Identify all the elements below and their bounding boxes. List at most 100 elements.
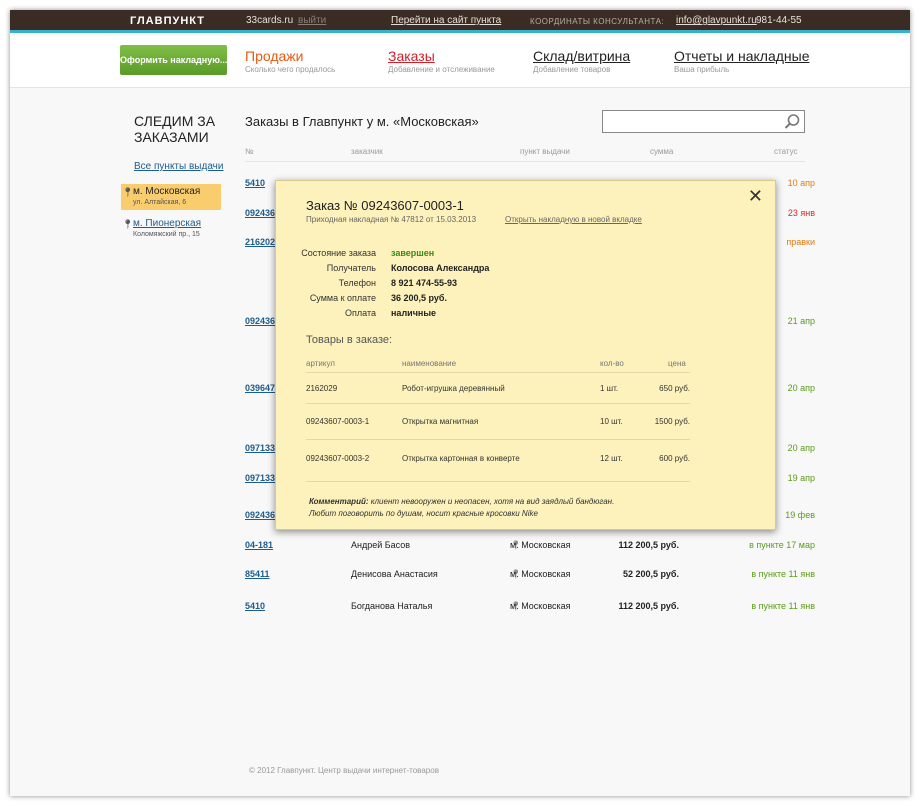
field-order-state: Состояние заказа завершен bbox=[276, 248, 756, 262]
order-number-link[interactable]: 097133 bbox=[245, 443, 275, 453]
col-header-sum: сумма bbox=[650, 147, 674, 156]
field-label: Оплата bbox=[345, 308, 376, 318]
point-name[interactable]: м. Пионерская bbox=[133, 218, 221, 229]
search-icon[interactable] bbox=[783, 113, 801, 131]
nav-stock[interactable]: Склад/витрина Добавление товаров bbox=[533, 48, 630, 74]
order-status: в пункте 11 янв bbox=[751, 601, 815, 611]
new-invoice-button[interactable]: Оформить накладную... bbox=[120, 45, 227, 75]
comment-text: клиент невооружен и неопасен, хотя на ви… bbox=[370, 497, 615, 506]
order-sum: 112 200,5 руб. bbox=[618, 601, 680, 611]
page-title: Заказы в Главпункт у м. «Московская» bbox=[245, 114, 479, 129]
goods-divider bbox=[306, 372, 690, 373]
nav-stock-title[interactable]: Склад/витрина bbox=[533, 48, 630, 64]
order-status: правки bbox=[786, 237, 815, 247]
search-input[interactable] bbox=[602, 110, 805, 133]
page-frame: ГЛАВПУНКТ 33cards.ru выйти Перейти на са… bbox=[10, 10, 910, 796]
goods-article: 09243607-0003-2 bbox=[306, 454, 370, 463]
nav-sales-sub: Сколько чего продалось bbox=[245, 65, 336, 74]
order-point-name: м. Московская bbox=[510, 540, 571, 550]
goods-divider bbox=[306, 481, 690, 482]
goods-col-price: цена bbox=[668, 359, 686, 368]
field-recipient: Получатель Колосова Александра bbox=[276, 263, 756, 277]
order-status: 21 апр bbox=[787, 316, 815, 326]
field-label: Телефон bbox=[338, 278, 376, 288]
nav-sales-title[interactable]: Продажи bbox=[245, 48, 335, 64]
order-status: 19 фев bbox=[785, 510, 815, 520]
order-number-link[interactable]: 092436 bbox=[245, 208, 275, 218]
nav-stock-sub: Добавление товаров bbox=[533, 65, 611, 74]
goods-name: Открытка магнитная bbox=[402, 417, 479, 426]
order-number-link[interactable]: 04-181 bbox=[245, 540, 273, 550]
goods-qty: 1 шт. bbox=[600, 384, 619, 393]
col-header-point: пункт выдачи bbox=[520, 147, 570, 156]
order-point-name: м. Московская bbox=[510, 569, 571, 579]
table-divider bbox=[245, 161, 805, 162]
order-details-popup: ✕ Заказ № 09243607-0003-1 Приходная накл… bbox=[275, 180, 776, 530]
order-comment: Комментарий: клиент невооружен и неопасе… bbox=[309, 496, 749, 520]
order-status: 19 апр bbox=[787, 473, 815, 483]
order-number-link[interactable]: 097133 bbox=[245, 473, 275, 483]
field-label: Состояние заказа bbox=[301, 248, 376, 258]
order-status: в пункте 17 мар bbox=[749, 540, 815, 550]
nav-sales[interactable]: Продажи Сколько чего продалось bbox=[245, 48, 335, 74]
field-phone: Телефон 8 921 474-55-93 bbox=[276, 278, 756, 292]
table-row[interactable]: 04-181 Андрей Басов 📍︎ м. Московская 112 … bbox=[245, 540, 815, 556]
sidebar-point-moskovskaya[interactable]: 📍︎ м. Московская ул. Алтайская, 6 bbox=[121, 184, 221, 210]
table-row[interactable]: 85411 Денисова Анастасия 📍︎ м. Московская… bbox=[245, 569, 815, 585]
table-row[interactable]: 5410 Богданова Наталья 📍︎ м. Московская 1… bbox=[245, 601, 815, 617]
order-number-link[interactable]: 5410 bbox=[245, 601, 265, 611]
goods-row: 2162029 Робот-игрушка деревянный 1 шт. 6… bbox=[306, 384, 690, 398]
order-number-link[interactable]: 5410 bbox=[245, 178, 265, 188]
field-payment: Оплата наличные bbox=[276, 308, 756, 322]
all-points-link[interactable]: Все пункты выдачи bbox=[134, 161, 223, 172]
nav-reports[interactable]: Отчеты и накладные Ваша прибыль bbox=[674, 48, 810, 74]
goods-col-qty: кол-во bbox=[600, 359, 624, 368]
col-header-number: № bbox=[245, 147, 254, 156]
point-name[interactable]: м. Московская bbox=[133, 186, 221, 197]
goods-name: Открытка картонная в конверте bbox=[402, 454, 520, 463]
order-customer: Денисова Анастасия bbox=[351, 569, 438, 579]
order-status: 10 апр bbox=[787, 178, 815, 188]
order-number-link[interactable]: 039647 bbox=[245, 383, 275, 393]
field-amount: Сумма к оплате 36 200,5 руб. bbox=[276, 293, 756, 307]
order-status: в пункте 11 янв bbox=[751, 569, 815, 579]
order-number-link[interactable]: 092436 bbox=[245, 510, 275, 520]
order-number-link[interactable]: 216202 bbox=[245, 237, 275, 247]
open-invoice-link[interactable]: Открыть накладную в новой вкладке bbox=[505, 215, 642, 224]
logout-link[interactable]: выйти bbox=[298, 15, 326, 26]
goods-qty: 10 шт. bbox=[600, 417, 623, 426]
sidebar-point-pionerskaya[interactable]: 📍︎ м. Пионерская Коломяжский пр., 15 bbox=[121, 216, 221, 242]
order-number-link[interactable]: 85411 bbox=[245, 569, 270, 579]
goods-divider bbox=[306, 403, 690, 404]
nav-orders[interactable]: Заказы Добавление и отслеживание bbox=[388, 48, 495, 74]
goods-title: Товары в заказе: bbox=[306, 334, 393, 346]
logo[interactable]: ГЛАВПУНКТ bbox=[130, 15, 205, 27]
nav-orders-sub: Добавление и отслеживание bbox=[388, 65, 495, 74]
goods-price: 600 руб. bbox=[659, 454, 690, 463]
email-link[interactable]: info@glavpunkt.ru bbox=[676, 15, 757, 26]
field-value: 8 921 474-55-93 bbox=[391, 278, 458, 288]
map-pin-icon: 📍︎ bbox=[122, 219, 134, 229]
goods-price: 1500 руб. bbox=[654, 417, 690, 426]
order-status: 20 апр bbox=[787, 383, 815, 393]
goods-col-article: артикул bbox=[306, 359, 335, 368]
nav-orders-title[interactable]: Заказы bbox=[388, 48, 495, 64]
close-icon[interactable]: ✕ bbox=[748, 187, 763, 205]
sidebar-title-line2: ЗАКАЗАМИ bbox=[134, 129, 209, 145]
goto-site-link[interactable]: Перейти на сайт пункта bbox=[391, 15, 501, 26]
top-bar: ГЛАВПУНКТ 33cards.ru выйти Перейти на са… bbox=[10, 10, 910, 33]
popup-title: Заказ № 09243607-0003-1 bbox=[306, 198, 464, 213]
order-number-link[interactable]: 092436 bbox=[245, 316, 275, 326]
field-value: наличные bbox=[391, 308, 437, 318]
nav-reports-title[interactable]: Отчеты и накладные bbox=[674, 48, 810, 64]
comment-text-line2: Любит поговорить по душам, носит красные… bbox=[309, 509, 538, 518]
col-header-customer: заказчик bbox=[351, 147, 383, 156]
point-address: ул. Алтайская, 6 bbox=[133, 199, 187, 206]
col-header-status: статус bbox=[774, 147, 798, 156]
site-name: 33cards.ru bbox=[246, 15, 294, 26]
order-point-name: м. Московская bbox=[510, 601, 571, 611]
order-customer: Богданова Наталья bbox=[351, 601, 433, 611]
order-customer: Андрей Басов bbox=[351, 540, 411, 550]
sidebar-title: СЛЕДИМ ЗА ЗАКАЗАМИ bbox=[134, 113, 215, 145]
order-sum: 52 200,5 руб. bbox=[623, 569, 679, 579]
